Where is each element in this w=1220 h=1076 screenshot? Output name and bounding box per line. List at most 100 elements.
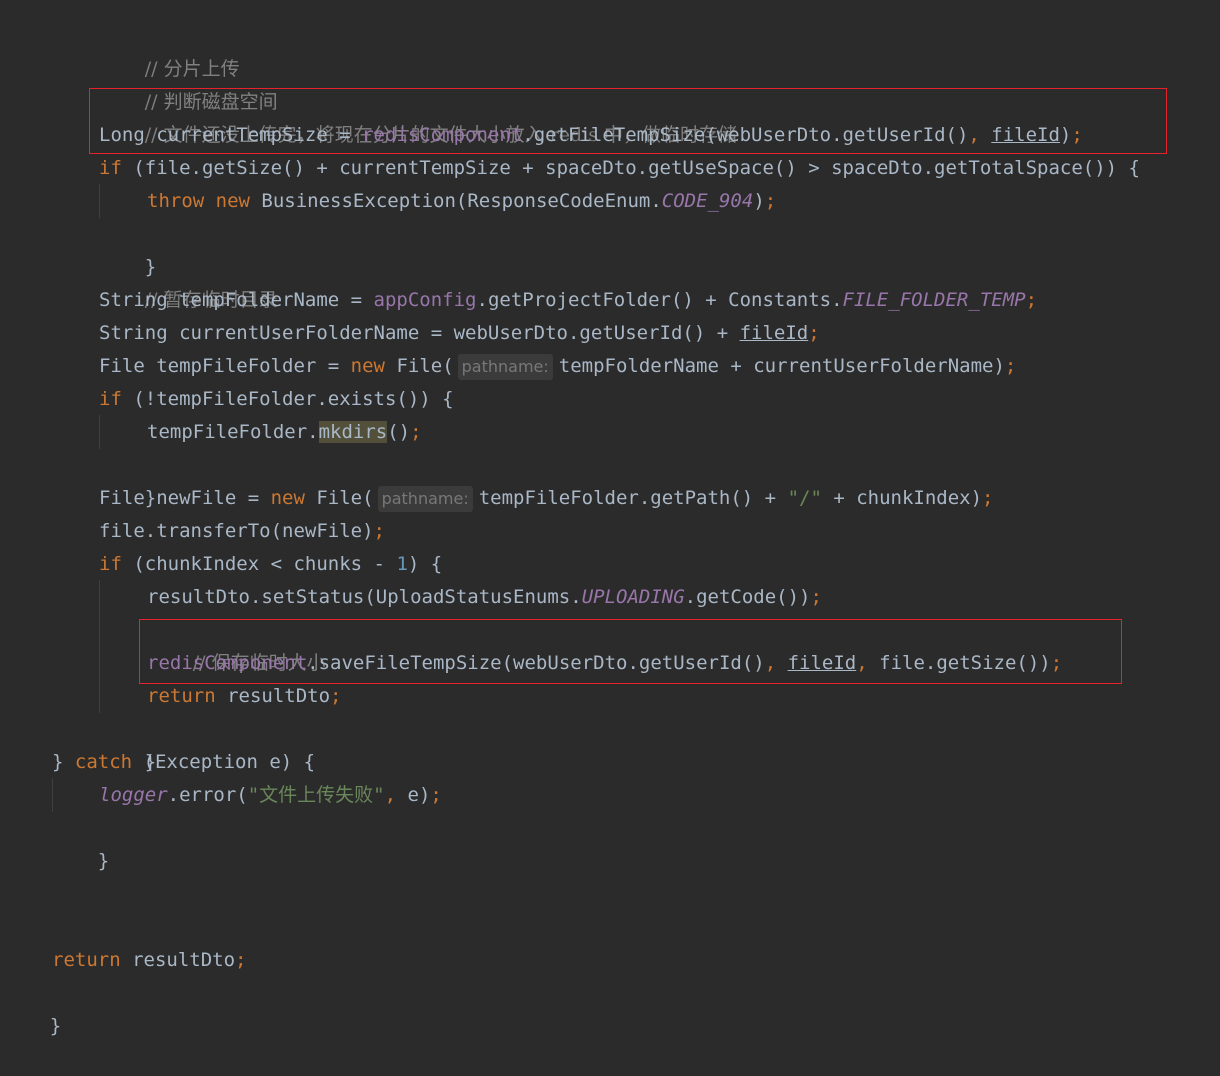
code-line[interactable]: return resultDto; [147,680,341,713]
indent-guide [99,580,100,713]
code-text: File( [385,355,454,377]
code-text: (file.getSize() + currentTempSize + spac… [121,157,1140,179]
code-line[interactable]: // 保存临时大小 [147,614,326,674]
code-line[interactable]: } [99,218,156,278]
code-line[interactable]: return resultDto; [52,944,246,977]
code-text: resultDto [215,685,331,707]
brace: } [97,850,110,872]
punctuation: ; [1071,124,1083,146]
code-line[interactable]: if (!tempFileFolder.exists()) { [99,383,454,416]
code-line[interactable]: } catch (Exception e) { [52,746,315,779]
code-line[interactable]: // 文件还没上传完，将现在分片的文件大小放入 redis 中，做临时存储 [99,86,737,146]
punctuation: ; [410,421,422,443]
string-literal: "/" [787,487,822,509]
field-reference: redisComponent [362,124,523,146]
code-text: file.getSize()) [879,652,1051,674]
keyword: new [350,355,385,377]
code-text: + chunkIndex) [821,487,983,509]
code-line[interactable]: } [99,713,156,773]
code-text: .saveFileTempSize(webUserDto.getUserId() [307,652,765,674]
code-text: resultDto.setStatus(UploadStatusEnums. [147,586,582,608]
code-text: ) { [407,553,443,575]
code-line[interactable]: file.transferTo(newFile); [99,515,385,548]
static-constant: UPLOADING [581,586,685,608]
code-line[interactable]: tempFileFolder.mkdirs(); [147,416,422,449]
keyword: if [99,157,122,179]
code-text: () [387,421,411,443]
code-line[interactable]: resultDto.setStatus(UploadStatusEnums.UP… [147,581,822,614]
code-text: } [52,751,75,773]
code-text: BusinessException(ResponseCodeEnum. [249,190,662,212]
code-text: (Exception e) { [132,751,316,773]
punctuation: ; [330,685,342,707]
number-literal: 1 [396,553,408,575]
code-text: tempFileFolder.getPath() + [478,487,788,509]
punctuation: ; [764,190,777,212]
code-text: file.transferTo(newFile) [99,520,374,542]
indent-guide [99,415,100,449]
keyword: catch [74,751,133,773]
field-reference: redisComponent [147,652,308,674]
code-line[interactable]: } [52,812,109,872]
parameter-hint: pathname: [377,485,473,512]
code-text: (chunkIndex < chunks - [121,553,397,575]
code-text: .getCode()) [684,586,811,608]
static-constant: CODE_904 [661,190,754,212]
variable-reference: fileId [739,322,809,344]
keyword: if [99,553,122,575]
code-line[interactable]: // 分片上传 [99,20,240,80]
code-text: .getProjectFolder() + Constants. [476,289,843,311]
keyword: return [52,949,121,971]
code-line[interactable]: redisComponent.saveFileTempSize(webUserD… [147,647,1062,680]
code-text: ) [1059,124,1072,146]
code-text: ) [753,190,765,212]
punctuation: ; [235,949,247,971]
variable-reference: fileId [787,652,857,674]
indent-guide [99,184,100,218]
brace: } [49,1015,62,1037]
punctuation: , [384,784,408,806]
parameter-hint: pathname: [457,353,553,380]
code-line[interactable]: throw new BusinessException(ResponseCode… [147,185,776,218]
indent-guide [52,778,53,812]
code-text: String currentUserFolderName = webUserDt… [99,322,740,344]
punctuation: ; [373,520,385,542]
punctuation: ; [1025,289,1038,311]
code-line[interactable]: if (file.getSize() + currentTempSize + s… [99,152,1140,185]
punctuation: ; [430,784,442,806]
punctuation: , [968,124,992,146]
code-line[interactable]: } [4,977,61,1037]
code-line[interactable]: String currentUserFolderName = webUserDt… [99,317,820,350]
code-text: resultDto [120,949,236,971]
code-text: tempFileFolder. [147,421,319,443]
code-line[interactable]: logger.error("文件上传失败", e); [99,779,442,812]
keyword: new [215,190,250,212]
code-text: File( [304,487,374,509]
code-line[interactable]: File tempFileFolder = new File(pathname:… [99,350,1016,383]
keyword: new [270,487,305,509]
keyword: return [147,685,216,707]
code-editor[interactable]: // 分片上传 // 判断磁盘空间 // 文件还没上传完，将现在分片的文件大小放… [0,0,1220,1037]
field-reference: appConfig [373,289,477,311]
code-line[interactable]: String tempFolderName = appConfig.getPro… [99,284,1037,317]
code-text: tempFolderName + currentUserFolderName) [558,355,1005,377]
code-line[interactable]: // 暂存临时目录 [99,251,278,311]
code-text: String tempFolderName = [99,289,374,311]
code-text: Long currentTempSize = [99,124,363,146]
keyword: throw [147,190,205,212]
code-text: File newFile = [99,487,271,509]
code-line[interactable]: Long currentTempSize = redisComponent.ge… [99,119,1083,152]
code-text: .error( [167,784,248,806]
code-text: File tempFileFolder = [99,355,351,377]
code-line[interactable]: } [99,449,156,509]
punctuation: ; [810,586,822,608]
field-reference: logger [99,784,168,806]
code-line[interactable]: // 判断磁盘空间 [99,53,278,113]
punctuation: ; [1050,652,1063,674]
punctuation: ; [1004,355,1017,377]
code-line[interactable]: File newFile = new File(pathname: tempFil… [99,482,994,515]
keyword: if [99,388,122,410]
code-line[interactable]: if (chunkIndex < chunks - 1) { [99,548,442,581]
highlighted-method[interactable]: mkdirs [318,421,388,443]
punctuation: , [856,652,880,674]
